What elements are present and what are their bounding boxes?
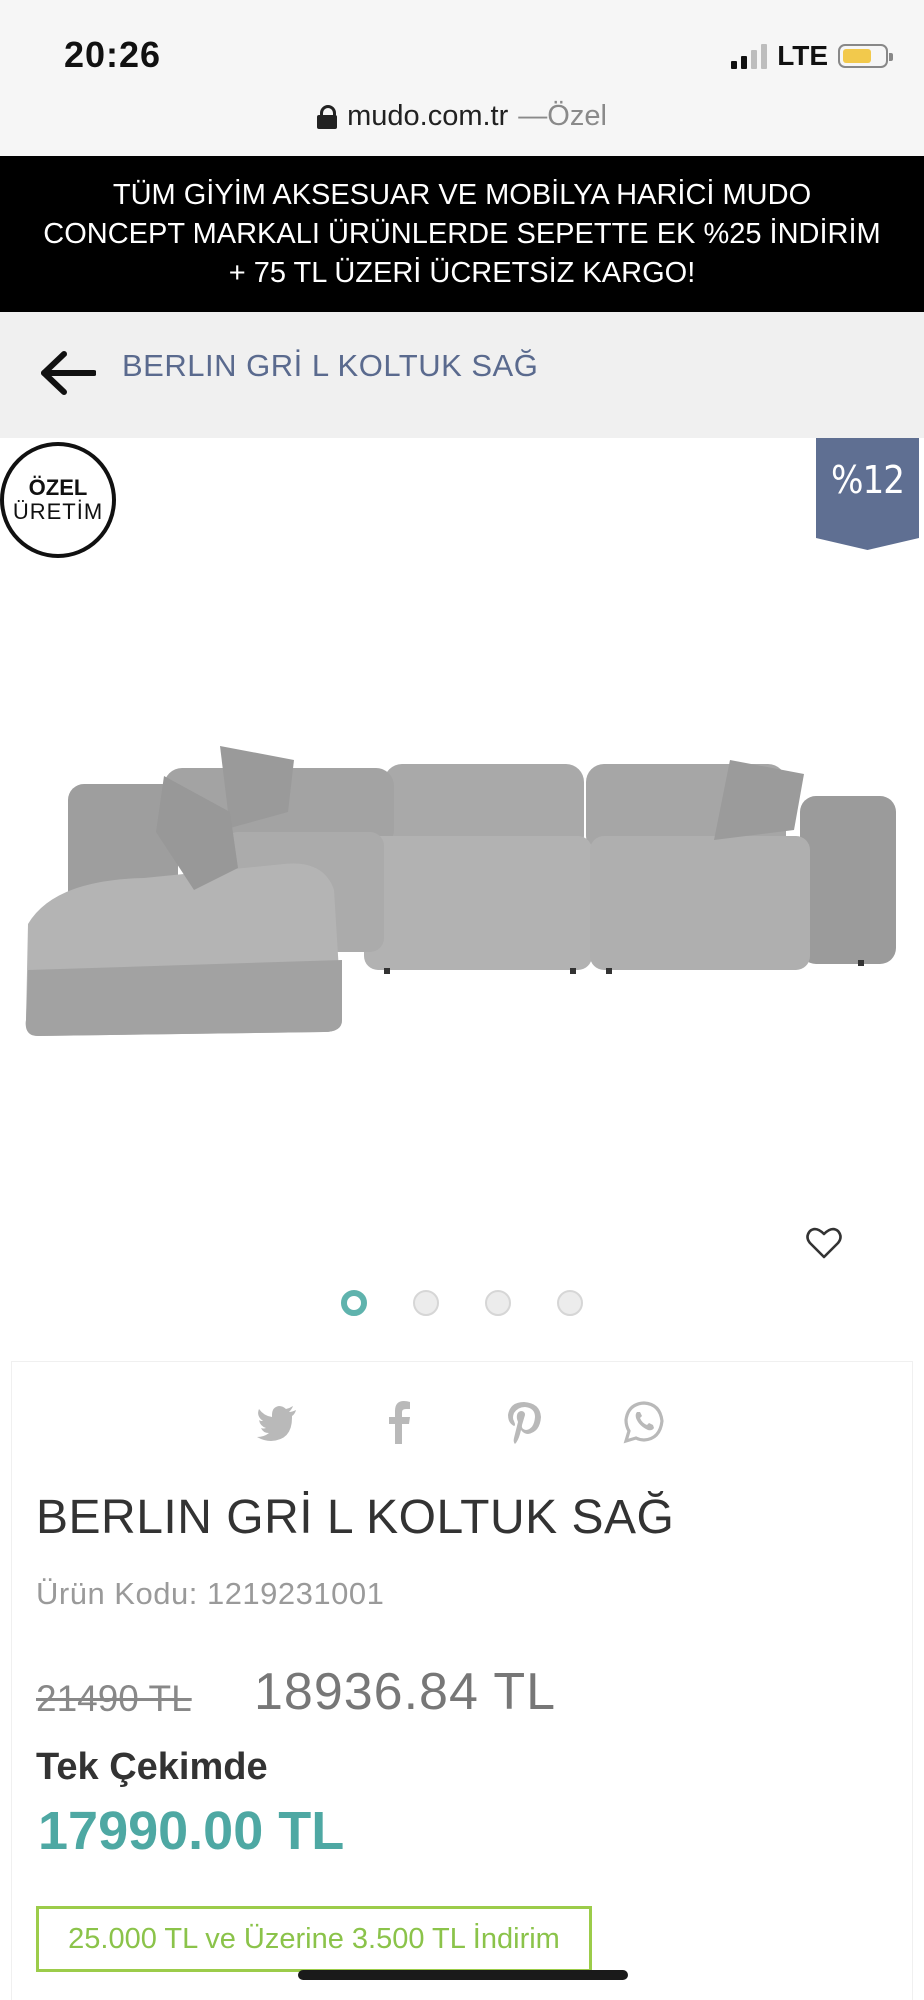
old-price: 21490 TL	[36, 1678, 192, 1719]
signal-icon	[731, 43, 768, 69]
custom-production-badge: ÖZEL ÜRETİM	[0, 442, 116, 558]
discounted-price: 18936.84 TL	[254, 1663, 557, 1721]
home-indicator[interactable]	[298, 1970, 628, 1980]
product-code-value: 1219231001	[206, 1576, 385, 1611]
lock-icon	[317, 104, 338, 129]
page-header: BERLIN GRİ L KOLTUK SAĞ	[0, 312, 924, 438]
private-mode-label: Özel	[547, 100, 607, 132]
status-time: 20:26	[64, 34, 162, 75]
product-code: Ürün Kodu: 1219231001	[36, 1576, 384, 1612]
badge-line-1: ÖZEL	[28, 475, 88, 500]
single-payment-price: 17990.00 TL	[38, 1801, 345, 1861]
campaign-banner[interactable]: 25.000 TL ve Üzerine 3.500 TL İndirim	[36, 1906, 592, 1972]
network-label: LTE	[777, 40, 828, 71]
pagination-dot-1[interactable]	[341, 1290, 367, 1316]
pagination-dot-3[interactable]	[485, 1290, 511, 1316]
url-bar[interactable]: mudo.com.tr — Özel	[0, 100, 924, 156]
battery-icon	[838, 44, 893, 68]
pinterest-icon[interactable]	[502, 1400, 546, 1444]
product-code-label: Ürün Kodu:	[36, 1576, 198, 1611]
status-indicators: LTE	[731, 40, 893, 72]
campaign-text: 25.000 TL ve Üzerine 3.500 TL İndirim	[68, 1922, 560, 1955]
arrow-left-icon[interactable]	[38, 350, 96, 396]
url-separator: —	[518, 100, 548, 132]
facebook-icon[interactable]	[378, 1400, 422, 1444]
product-image	[25, 746, 896, 1036]
discount-label: %12	[831, 458, 905, 502]
twitter-icon[interactable]	[256, 1400, 300, 1444]
heart-icon[interactable]	[806, 1226, 842, 1260]
product-title: BERLIN GRİ L KOLTUK SAĞ	[36, 1491, 675, 1544]
whatsapp-icon[interactable]	[622, 1400, 666, 1444]
pagination-dot-4[interactable]	[557, 1290, 583, 1316]
url-domain: mudo.com.tr	[347, 100, 509, 132]
single-payment-label: Tek Çekimde	[36, 1746, 268, 1788]
promo-text: TÜM GİYİM AKSESUAR VE MOBİLYA HARİCİ MUD…	[43, 178, 881, 289]
status-bar: 20:26 LTE	[0, 0, 924, 100]
gallery-pagination	[0, 1290, 924, 1320]
page-title: BERLIN GRİ L KOLTUK SAĞ	[122, 348, 539, 383]
promo-banner[interactable]: TÜM GİYİM AKSESUAR VE MOBİLYA HARİCİ MUD…	[0, 156, 924, 312]
pagination-dot-2[interactable]	[413, 1290, 439, 1316]
badge-line-2: ÜRETİM	[12, 499, 104, 524]
